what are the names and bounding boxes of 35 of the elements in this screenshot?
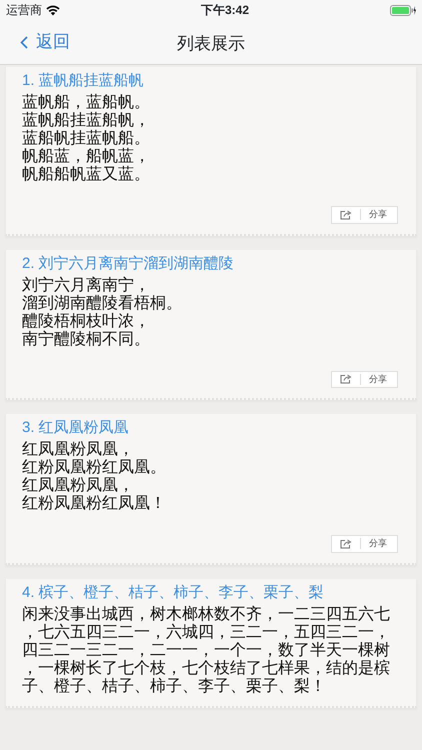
- poem-line: 帆船蓝，船帆蓝，: [22, 148, 151, 166]
- poem-line: ，一棵树长了七个枝，七个枝结了七样果，结的是槟: [22, 660, 391, 678]
- carrier-label: 运营商: [6, 2, 42, 19]
- poem-line: 子、橙子、桔子、柿子、李子、栗子、梨！: [22, 678, 327, 696]
- share-icon: [340, 210, 352, 220]
- item-title: 3. 红凤凰粉凤凰: [22, 418, 130, 438]
- poem-line: 红凤凰粉凤凰，: [22, 477, 135, 495]
- poem-line: 刘宁六月离南宁，: [22, 276, 151, 294]
- item-title: 1. 蓝帆船挂蓝船帆: [22, 71, 145, 91]
- page-title: 列表展示: [177, 34, 245, 53]
- poem-line: 闲来没事出城西，树木榔林数不齐，一二三四五六七: [22, 606, 391, 624]
- share-icon: [340, 538, 352, 549]
- poem-line: 溜到湖南醴陵看梧桐。: [22, 294, 183, 312]
- share-button[interactable]: 分享: [331, 370, 398, 388]
- item-title: 4. 槟子、橙子、桔子、柿子、李子、栗子、梨: [22, 582, 325, 602]
- poem-line: 红粉凤凰粉红凤凰。: [22, 459, 167, 477]
- wifi-icon: [46, 4, 60, 16]
- poem-line: ，七六五四三二一，六城四，三二一，五四三二一，: [22, 624, 391, 642]
- back-button[interactable]: 返回: [0, 29, 70, 55]
- poem-line: 蓝帆船，蓝船帆。: [22, 94, 151, 112]
- share-button[interactable]: 分享: [331, 206, 398, 224]
- chevron-left-icon: [20, 36, 28, 48]
- poem-line: 红凤凰粉凤凰，: [22, 441, 135, 459]
- poem-line: 帆船船帆蓝又蓝。: [22, 166, 151, 184]
- poem-line: 南宁醴陵桐不同。: [22, 330, 151, 348]
- share-icon: [340, 374, 352, 384]
- poem-line: 蓝船帆挂蓝帆船。: [22, 130, 151, 148]
- time-label: 下午3:42: [200, 2, 250, 19]
- poem-line: 蓝帆船挂蓝船帆，: [22, 112, 151, 130]
- poem-line: 醴陵梧桐枝叶浓，: [22, 312, 151, 330]
- share-button[interactable]: 分享: [331, 535, 398, 552]
- poem-line: 红粉凤凰粉红凤凰！: [22, 495, 167, 513]
- item-title: 2. 刘宁六月离南宁溜到湖南醴陵: [22, 254, 235, 274]
- poem-line: 四三二一三二一，二一一，一个一，数了半天一棵树: [22, 642, 391, 660]
- battery-icon: [390, 4, 416, 16]
